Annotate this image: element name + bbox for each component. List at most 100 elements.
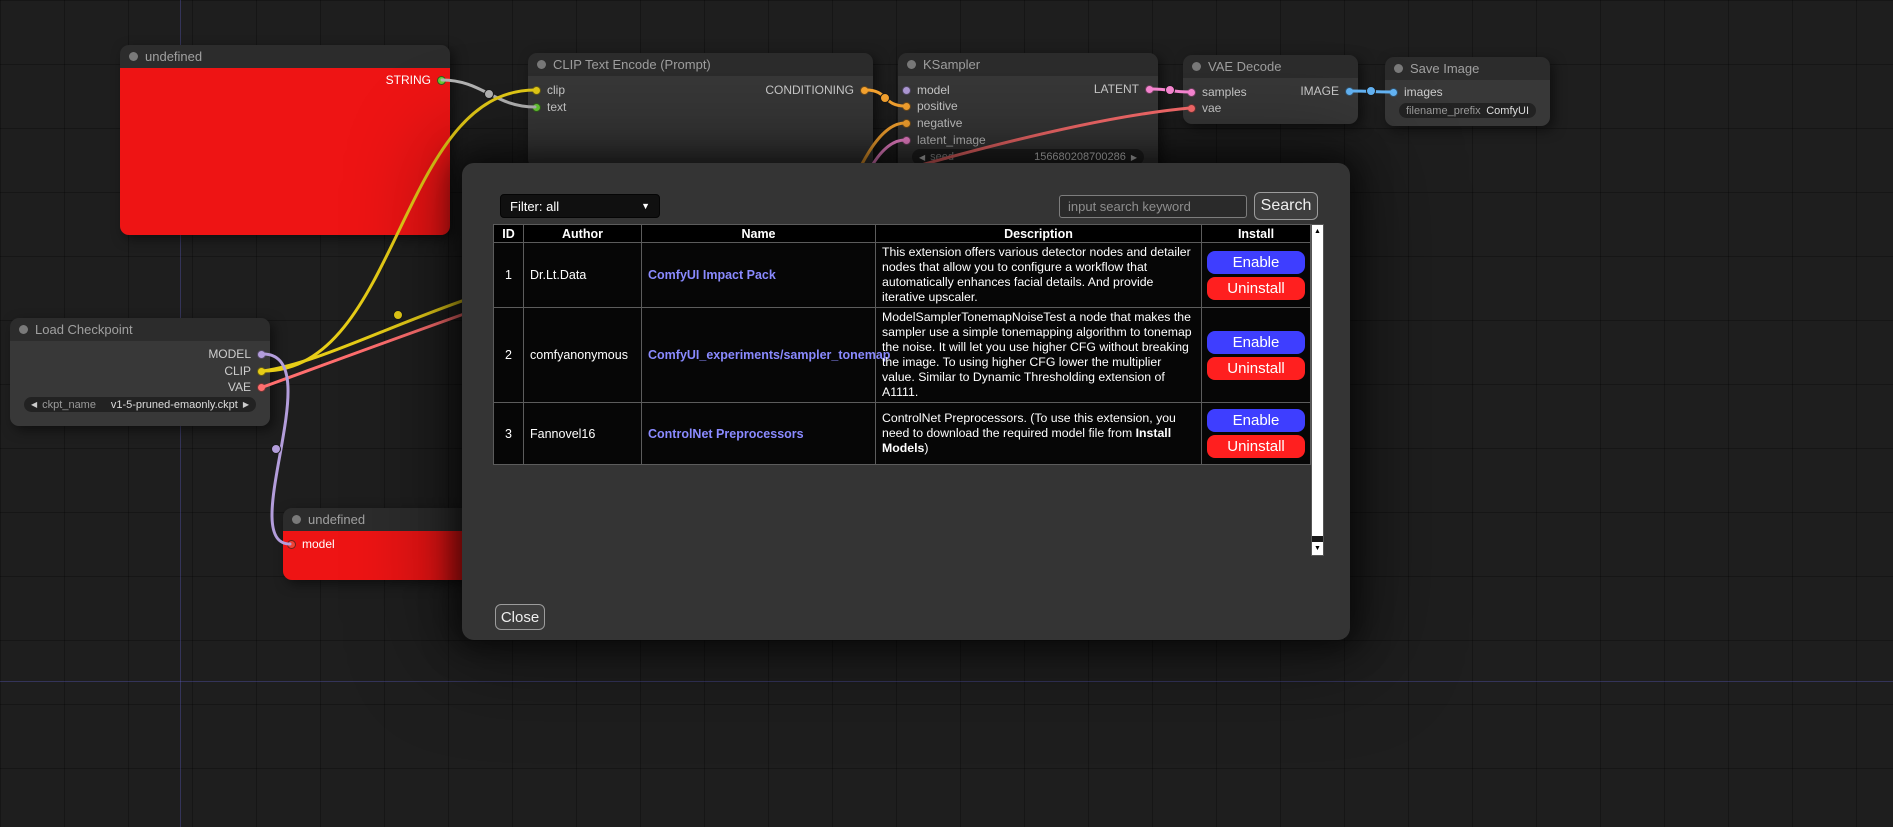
node-save-image[interactable]: Save Image images filename_prefix ComfyU… bbox=[1385, 57, 1550, 126]
wire-midpoint-dot bbox=[394, 311, 403, 320]
output-slot-vae[interactable]: VAE bbox=[228, 379, 266, 395]
extension-manager-dialog: Filter: all ▼ Search ID Author Name Desc… bbox=[462, 163, 1350, 640]
latent-slot-dot-icon[interactable] bbox=[902, 136, 911, 145]
node-title-bar[interactable]: undefined bbox=[283, 508, 473, 531]
ckpt-name-widget[interactable]: ◀ ckpt_name v1-5-pruned-emaonly.ckpt ▶ bbox=[24, 397, 256, 412]
node-load-checkpoint[interactable]: Load Checkpoint MODEL CLIP VAE ◀ ckpt_na… bbox=[10, 318, 270, 426]
conditioning-slot-dot-icon[interactable] bbox=[902, 102, 911, 111]
input-slot-clip[interactable]: clip bbox=[532, 82, 565, 98]
vae-slot-dot-icon[interactable] bbox=[257, 383, 266, 392]
node-collapse-dot-icon[interactable] bbox=[1394, 64, 1403, 73]
model-slot-dot-icon[interactable] bbox=[902, 86, 911, 95]
node-collapse-dot-icon[interactable] bbox=[1192, 62, 1201, 71]
vae-slot-dot-icon[interactable] bbox=[1187, 104, 1196, 113]
stepper-right-icon[interactable]: ▶ bbox=[1131, 153, 1137, 162]
latent-slot-dot-icon[interactable] bbox=[1187, 88, 1196, 97]
stepper-right-icon[interactable]: ▶ bbox=[243, 400, 249, 409]
search-button[interactable]: Search bbox=[1254, 192, 1318, 220]
stepper-left-icon[interactable]: ◀ bbox=[31, 400, 37, 409]
output-slot-clip[interactable]: CLIP bbox=[224, 363, 266, 379]
output-slot-conditioning[interactable]: CONDITIONING bbox=[765, 82, 869, 98]
extension-link[interactable]: ControlNet Preprocessors bbox=[648, 427, 804, 441]
search-input[interactable] bbox=[1059, 195, 1247, 218]
extension-link[interactable]: ComfyUI Impact Pack bbox=[648, 268, 776, 282]
image-slot-dot-icon[interactable] bbox=[1389, 88, 1398, 97]
col-header-author: Author bbox=[524, 225, 642, 243]
uninstall-button[interactable]: Uninstall bbox=[1207, 277, 1305, 300]
latent-slot-dot-icon[interactable] bbox=[1145, 85, 1154, 94]
node-ksampler[interactable]: KSampler model positive negative latent_… bbox=[898, 53, 1158, 176]
scroll-up-icon[interactable]: ▲ bbox=[1312, 225, 1323, 238]
node-title-bar[interactable]: Save Image bbox=[1385, 57, 1550, 80]
conditioning-slot-dot-icon[interactable] bbox=[860, 86, 869, 95]
node-undefined-bottom[interactable]: undefined model bbox=[283, 508, 473, 580]
node-collapse-dot-icon[interactable] bbox=[537, 60, 546, 69]
input-slot-model[interactable]: model bbox=[287, 536, 335, 552]
scrollbar-thumb[interactable] bbox=[1312, 238, 1323, 536]
string-slot-dot-icon[interactable] bbox=[437, 76, 446, 85]
table-scrollbar[interactable]: ▲ ▼ bbox=[1311, 224, 1324, 556]
widget-value: ComfyUI bbox=[1486, 105, 1529, 117]
node-title: VAE Decode bbox=[1208, 59, 1281, 74]
conditioning-slot-dot-icon[interactable] bbox=[902, 119, 911, 128]
slot-label: vae bbox=[1202, 101, 1221, 115]
stepper-left-icon[interactable]: ◀ bbox=[919, 153, 925, 162]
node-title-bar[interactable]: undefined bbox=[120, 45, 450, 68]
model-slot-dot-icon[interactable] bbox=[287, 540, 296, 549]
node-body[interactable] bbox=[120, 68, 450, 235]
close-button[interactable]: Close bbox=[495, 604, 545, 630]
filename-prefix-widget[interactable]: filename_prefix ComfyUI bbox=[1399, 103, 1536, 118]
input-slot-vae[interactable]: vae bbox=[1187, 100, 1221, 116]
node-collapse-dot-icon[interactable] bbox=[19, 325, 28, 334]
output-slot-latent[interactable]: LATENT bbox=[1094, 81, 1154, 97]
node-vae-decode[interactable]: VAE Decode samples vae IMAGE bbox=[1183, 55, 1358, 124]
cell-install: Enable Uninstall bbox=[1202, 243, 1311, 308]
input-slot-text[interactable]: text bbox=[532, 99, 566, 115]
uninstall-button[interactable]: Uninstall bbox=[1207, 357, 1305, 380]
enable-button[interactable]: Enable bbox=[1207, 251, 1305, 274]
text-slot-dot-icon[interactable] bbox=[532, 103, 541, 112]
slot-label: IMAGE bbox=[1300, 84, 1339, 98]
image-slot-dot-icon[interactable] bbox=[1345, 87, 1354, 96]
slot-label: model bbox=[302, 537, 335, 551]
wire-midpoint-dot bbox=[1166, 86, 1175, 95]
extension-link[interactable]: ComfyUI_experiments/sampler_tonemap bbox=[648, 348, 890, 362]
input-slot-model[interactable]: model bbox=[902, 82, 950, 98]
clip-slot-dot-icon[interactable] bbox=[257, 367, 266, 376]
node-title: Save Image bbox=[1410, 61, 1479, 76]
node-title-bar[interactable]: CLIP Text Encode (Prompt) bbox=[528, 53, 873, 76]
input-slot-positive[interactable]: positive bbox=[902, 98, 958, 114]
cell-name: ComfyUI_experiments/sampler_tonemap bbox=[642, 308, 876, 403]
input-slot-images[interactable]: images bbox=[1389, 84, 1443, 100]
uninstall-button[interactable]: Uninstall bbox=[1207, 435, 1305, 458]
output-slot-string[interactable]: STRING bbox=[386, 72, 446, 88]
node-title-bar[interactable]: Load Checkpoint bbox=[10, 318, 270, 341]
node-collapse-dot-icon[interactable] bbox=[907, 60, 916, 69]
slot-label: samples bbox=[1202, 85, 1247, 99]
widget-label: ckpt_name bbox=[42, 399, 96, 411]
input-slot-negative[interactable]: negative bbox=[902, 115, 962, 131]
table-header-row: ID Author Name Description Install bbox=[494, 225, 1311, 243]
node-title-bar[interactable]: VAE Decode bbox=[1183, 55, 1358, 78]
scroll-down-icon[interactable]: ▼ bbox=[1312, 542, 1323, 555]
clip-slot-dot-icon[interactable] bbox=[532, 86, 541, 95]
wire-midpoint-dot bbox=[881, 94, 890, 103]
wire-midpoint-dot bbox=[485, 90, 494, 99]
cell-name: ControlNet Preprocessors bbox=[642, 403, 876, 465]
output-slot-image[interactable]: IMAGE bbox=[1300, 83, 1354, 99]
node-undefined-top[interactable]: undefined STRING bbox=[120, 45, 450, 235]
enable-button[interactable]: Enable bbox=[1207, 331, 1305, 354]
node-title-bar[interactable]: KSampler bbox=[898, 53, 1158, 76]
cell-install: Enable Uninstall bbox=[1202, 403, 1311, 465]
input-slot-samples[interactable]: samples bbox=[1187, 84, 1247, 100]
filter-select[interactable]: Filter: all ▼ bbox=[500, 194, 660, 218]
wire-midpoint-dot bbox=[272, 445, 281, 454]
node-collapse-dot-icon[interactable] bbox=[292, 515, 301, 524]
input-slot-latent-image[interactable]: latent_image bbox=[902, 132, 986, 148]
node-collapse-dot-icon[interactable] bbox=[129, 52, 138, 61]
enable-button[interactable]: Enable bbox=[1207, 409, 1305, 432]
output-slot-model[interactable]: MODEL bbox=[208, 346, 266, 362]
node-clip-text-encode[interactable]: CLIP Text Encode (Prompt) clip text COND… bbox=[528, 53, 873, 168]
model-slot-dot-icon[interactable] bbox=[257, 350, 266, 359]
slot-label: text bbox=[547, 100, 566, 114]
